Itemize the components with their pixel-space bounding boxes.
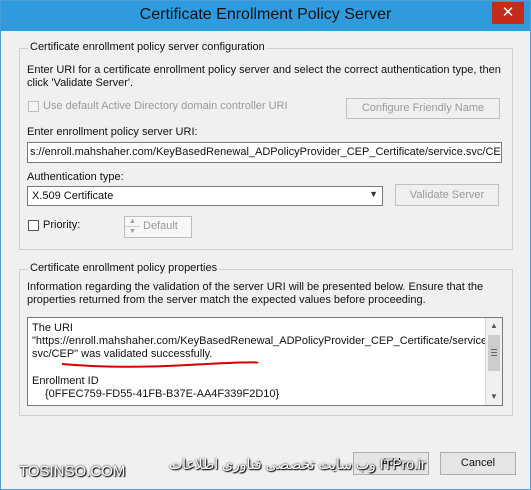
scroll-down-icon[interactable]: ▼: [486, 389, 502, 405]
properties-info-line1: Information regarding the validation of …: [27, 281, 484, 293]
properties-info-line2: properties returned from the server matc…: [27, 294, 426, 306]
priority-label: Priority:: [43, 219, 81, 231]
success-underline: [61, 361, 259, 368]
configure-friendly-name-button[interactable]: Configure Friendly Name: [346, 98, 500, 119]
result-scrollbar[interactable]: ▲ ▼: [485, 318, 502, 405]
title-bar[interactable]: Certificate Enrollment Policy Server ✕: [1, 1, 530, 31]
scroll-thumb[interactable]: [488, 335, 500, 371]
config-instructions-line1: Enter URI for a certificate enrollment p…: [27, 64, 501, 76]
close-icon[interactable]: ✕: [492, 2, 524, 24]
priority-value: Default: [143, 220, 178, 232]
result-line-4: Enrollment ID: [32, 375, 99, 387]
validate-server-button[interactable]: Validate Server: [395, 184, 499, 206]
result-line-5: {0FFEC759-FD55-41FB-B37E-AA4F339F2D10}: [45, 388, 280, 400]
properties-group-legend: Certificate enrollment policy properties: [28, 262, 220, 274]
cancel-button[interactable]: Cancel: [440, 452, 516, 475]
uri-label: Enter enrollment policy server URI:: [27, 126, 198, 138]
window-title: Certificate Enrollment Policy Server: [139, 6, 392, 23]
priority-checkbox[interactable]: [28, 220, 39, 231]
config-instructions-line2: click 'Validate Server'.: [27, 77, 134, 89]
grip-line: [491, 352, 497, 353]
result-line-1: The URI: [32, 322, 73, 334]
default-ad-checkbox[interactable]: [28, 101, 39, 112]
watermark-right: وب سایت تخصصی فناوری اطلاعات ITPro.ir: [169, 456, 426, 472]
auth-type-select[interactable]: X.509 Certificate ▼: [27, 186, 383, 206]
config-group-legend: Certificate enrollment policy server con…: [28, 41, 267, 53]
scroll-up-icon[interactable]: ▲: [486, 318, 502, 334]
chevron-down-icon: ▼: [369, 189, 378, 199]
uri-input[interactable]: s://enroll.mahshaher.com/KeyBasedRenewal…: [27, 142, 502, 163]
spin-up-icon[interactable]: ▲: [125, 217, 140, 227]
dialog-window: Certificate Enrollment Policy Server ✕ C…: [0, 0, 531, 490]
spin-down-icon[interactable]: ▼: [125, 227, 140, 236]
grip-line: [491, 349, 497, 350]
watermark-left: TOSINSO.COM: [19, 463, 126, 480]
result-line-2: "https://enroll.mahshaher.com/KeyBasedRe…: [32, 335, 491, 347]
priority-spinner[interactable]: ▲ ▼ Default: [124, 216, 192, 238]
grip-line: [491, 355, 497, 356]
auth-type-value: X.509 Certificate: [32, 190, 114, 202]
default-ad-label: Use default Active Directory domain cont…: [43, 100, 288, 112]
auth-type-label: Authentication type:: [27, 171, 124, 183]
validation-result-box[interactable]: The URI "https://enroll.mahshaher.com/Ke…: [27, 317, 503, 406]
